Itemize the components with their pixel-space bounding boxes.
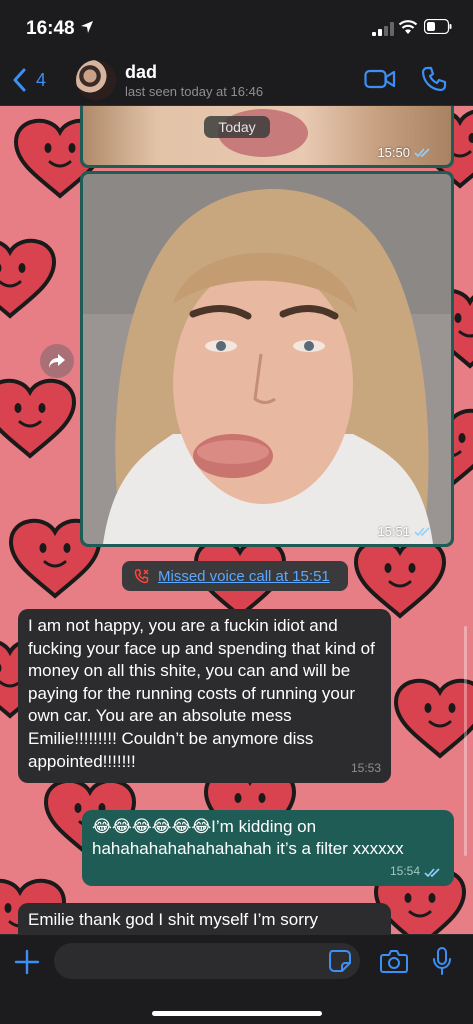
message-composer xyxy=(0,934,473,1024)
message-time: 15:54 xyxy=(390,864,442,880)
message-text: 😂😂😂😂😂😂I’m kidding on hahahahahahahahahah… xyxy=(92,817,404,859)
home-indicator[interactable] xyxy=(152,1011,322,1016)
missed-call-text[interactable]: Missed voice call at 15:51 xyxy=(158,568,330,585)
read-ticks-icon xyxy=(414,148,430,158)
date-chip: Today xyxy=(204,116,270,138)
video-camera-icon[interactable] xyxy=(364,68,396,90)
back-button[interactable]: 4 xyxy=(12,66,46,94)
phone-icon[interactable] xyxy=(421,66,447,92)
chat-header: 4 dad last seen today at 16:46 xyxy=(0,54,473,106)
message-time: 15:53 xyxy=(350,761,381,776)
message-text: I am not happy, you are a fuckin idiot a… xyxy=(28,616,375,771)
incoming-message[interactable]: I am not happy, you are a fuckin idiot a… xyxy=(18,609,391,784)
missed-call-icon xyxy=(134,569,149,584)
sticker-icon[interactable] xyxy=(328,949,352,973)
message-time: 15:51 xyxy=(377,524,432,539)
photo-message[interactable]: 15:50 xyxy=(80,106,454,168)
signal-icon xyxy=(372,22,394,36)
plus-icon[interactable] xyxy=(14,949,40,975)
battery-icon xyxy=(424,19,452,34)
selfie-illustration xyxy=(83,174,451,544)
incoming-message[interactable]: Emilie thank god I shit myself I’m sorry xyxy=(18,903,391,934)
location-arrow-icon xyxy=(81,21,93,33)
contact-name[interactable]: dad xyxy=(125,62,157,83)
camera-icon[interactable] xyxy=(380,949,408,973)
status-time: 16:48 xyxy=(26,18,75,39)
missed-call-notice[interactable]: Missed voice call at 15:51 xyxy=(122,561,348,591)
message-text: Emilie thank god I shit myself I’m sorry xyxy=(28,910,319,929)
forward-icon xyxy=(49,354,65,368)
forward-button[interactable] xyxy=(40,344,74,378)
outgoing-message[interactable]: 😂😂😂😂😂😂I’m kidding on hahahahahahahahahah… xyxy=(82,810,454,886)
chat-area[interactable]: 15:50 Today 15:51 Missed voice call at 1… xyxy=(0,106,473,934)
photo-message[interactable]: 15:51 xyxy=(80,171,454,547)
last-seen-status: last seen today at 16:46 xyxy=(125,84,264,99)
microphone-icon[interactable] xyxy=(432,947,452,975)
scrollbar[interactable] xyxy=(464,626,467,856)
avatar[interactable] xyxy=(76,60,116,100)
message-input[interactable] xyxy=(54,943,360,979)
photo-image[interactable] xyxy=(83,174,451,544)
message-time: 15:50 xyxy=(377,145,432,160)
chevron-left-icon xyxy=(13,68,26,92)
read-ticks-icon xyxy=(414,527,430,537)
wifi-icon xyxy=(398,20,418,34)
read-ticks-icon xyxy=(424,868,440,877)
unread-count: 4 xyxy=(36,69,47,90)
status-bar: 16:48 xyxy=(0,0,473,54)
